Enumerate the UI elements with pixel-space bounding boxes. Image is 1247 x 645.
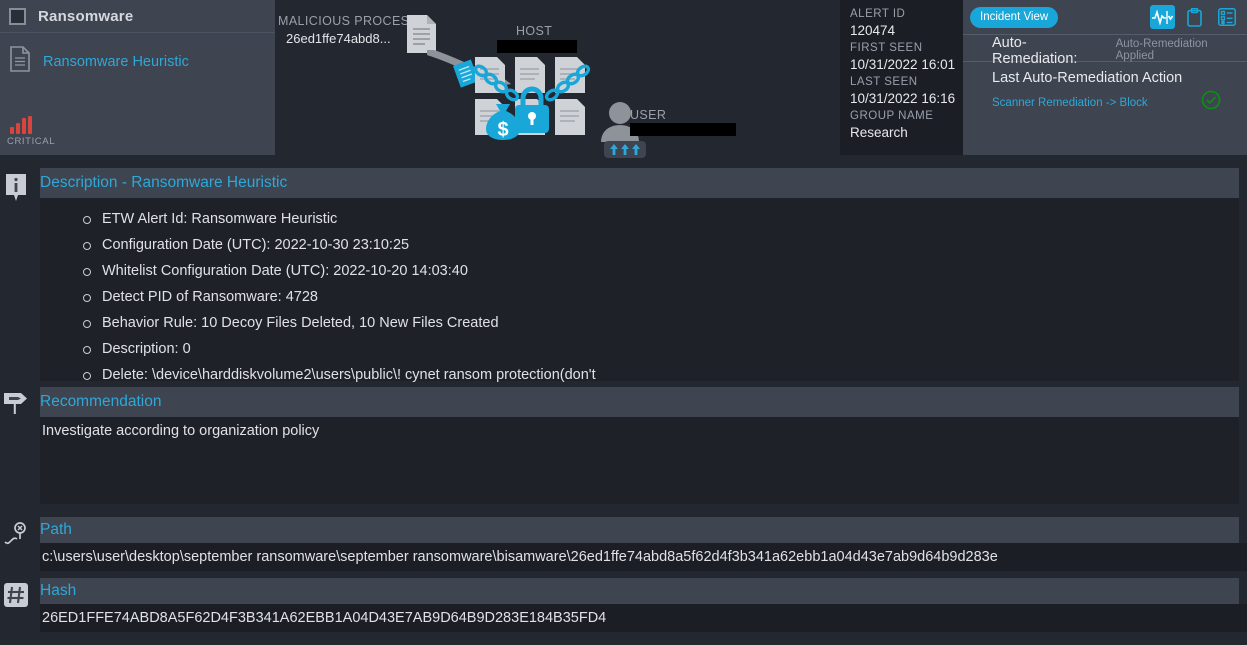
hash-header: Hash: [40, 578, 1239, 604]
svg-text:$: $: [497, 119, 508, 141]
last-action-row: Scanner Remediation -> Block: [963, 86, 1247, 115]
success-check-icon: [1201, 90, 1221, 115]
path-route-icon: [4, 522, 26, 544]
recommendation-text: Investigate according to organization po…: [42, 423, 320, 439]
recommendation-header: Recommendation: [40, 387, 1239, 417]
last-action-link[interactable]: Scanner Remediation -> Block: [992, 97, 1148, 109]
description-list: ETW Alert Id: Ransomware Heuristic Confi…: [40, 198, 1239, 388]
malicious-process-label: MALICIOUS PROCESS: [278, 14, 419, 28]
path-heading: Path: [40, 521, 72, 538]
first-seen-label: FIRST SEEN: [850, 42, 923, 54]
first-seen-value: 10/31/2022 16:01: [850, 57, 956, 72]
clipboard-icon[interactable]: [1182, 5, 1207, 29]
auto-remediation-value: Auto-Remediation Applied: [1115, 38, 1208, 62]
path-value-row: c:\users\user\desktop\september ransomwa…: [40, 543, 1247, 571]
description-gutter: [0, 168, 32, 203]
path-gutter: [0, 517, 32, 547]
remediation-toolbar: Incident View: [963, 0, 1247, 34]
arrow-up-icon: [621, 144, 629, 155]
hash-icon: [4, 583, 28, 607]
hash-gutter: [0, 578, 32, 607]
arrow-up-icon: [632, 144, 640, 155]
list-item: Whitelist Configuration Date (UTC): 2022…: [83, 258, 1239, 284]
group-name-label: GROUP NAME: [850, 110, 934, 122]
user-label: USER: [630, 108, 667, 122]
alert-metadata: ALERT ID 120474 FIRST SEEN 10/31/2022 16…: [840, 0, 963, 155]
host-label: HOST: [516, 24, 553, 38]
info-icon: [6, 174, 26, 201]
path-section: Path c:\users\user\desktop\september ran…: [0, 517, 1247, 571]
signpost-arrow-icon: [4, 393, 27, 414]
description-header: Description - Ransomware Heuristic: [40, 168, 1239, 198]
alert-rule-link[interactable]: Ransomware Heuristic: [43, 54, 189, 70]
list-item: Behavior Rule: 10 Decoy Files Deleted, 1…: [83, 310, 1239, 336]
malicious-process-value: 26ed1ffe74abd8...: [286, 31, 391, 46]
description-heading: Description - Ransomware Heuristic: [40, 174, 288, 191]
remediation-panel: Incident View Auto-Remediation: Auto-Rem…: [963, 0, 1247, 155]
severity-bars-icon: [10, 116, 32, 134]
alert-id-label: ALERT ID: [850, 8, 906, 20]
list-item: ETW Alert Id: Ransomware Heuristic: [83, 206, 1239, 232]
path-header: Path: [40, 517, 1239, 543]
description-body: ETW Alert Id: Ransomware Heuristic Confi…: [40, 198, 1239, 383]
escalation-arrows-badge[interactable]: [604, 141, 646, 158]
hash-heading: Hash: [40, 582, 77, 599]
last-seen-value: 10/31/2022 16:16: [850, 91, 956, 106]
user-value-redacted: [630, 123, 736, 136]
incident-view-button[interactable]: Incident View: [970, 6, 1059, 28]
list-item: Description: 0: [83, 336, 1239, 362]
list-item: Configuration Date (UTC): 2022-10-30 23:…: [83, 232, 1239, 258]
list-item: Detect PID of Ransomware: 4728: [83, 284, 1239, 310]
recommendation-gutter: [0, 387, 32, 416]
host-value-redacted: [497, 40, 577, 53]
arrow-up-icon: [610, 144, 618, 155]
activity-graph-icon[interactable]: [1150, 5, 1175, 29]
document-icon: [9, 46, 31, 77]
severity-label: CRITICAL: [7, 136, 56, 147]
path-value: c:\users\user\desktop\september ransomwa…: [42, 549, 998, 565]
severity-indicator: CRITICAL: [6, 116, 76, 147]
recommendation-body: Investigate according to organization po…: [40, 417, 1239, 504]
attack-diagram: MALICIOUS PROCESS 26ed1ffe74abd8... HOST…: [275, 0, 840, 158]
recommendation-section: Recommendation Investigate according to …: [0, 387, 1247, 504]
hash-value: 26ED1FFE74ABD8A5F62D4F3B341A62EBB1A04D43…: [42, 610, 607, 626]
hash-section: Hash 26ED1FFE74ABD8A5F62D4F3B341A62EBB1A…: [0, 578, 1247, 632]
top-band: Ransomware Ransomware Heuristic CRITICAL…: [0, 0, 1247, 158]
description-section: Description - Ransomware Heuristic ETW A…: [0, 168, 1247, 383]
money-bag-icon: $: [486, 104, 520, 141]
alert-title: Ransomware: [38, 7, 134, 25]
alert-card-header: Ransomware: [0, 0, 275, 33]
list-view-icon[interactable]: [1214, 5, 1239, 29]
list-item: Delete: \device\harddiskvolume2\users\pu…: [83, 362, 1239, 388]
alert-select-checkbox[interactable]: [9, 7, 26, 25]
malicious-file-icon: [407, 15, 436, 53]
group-name-value: Research: [850, 125, 908, 140]
alert-rule-row[interactable]: Ransomware Heuristic: [0, 33, 275, 77]
alert-detail-page: Ransomware Ransomware Heuristic CRITICAL…: [0, 0, 1247, 645]
recommendation-heading: Recommendation: [40, 393, 162, 410]
alert-summary-card: Ransomware Ransomware Heuristic CRITICAL: [0, 0, 275, 155]
hash-value-row: 26ED1FFE74ABD8A5F62D4F3B341A62EBB1A04D43…: [40, 604, 1247, 632]
auto-remediation-label: Auto-Remediation:: [992, 35, 1078, 67]
view-switcher: [1150, 5, 1239, 29]
last-seen-label: LAST SEEN: [850, 76, 918, 88]
auto-remediation-status-row: Auto-Remediation: Auto-Remediation Appli…: [963, 34, 1247, 67]
alert-id-value: 120474: [850, 23, 896, 38]
